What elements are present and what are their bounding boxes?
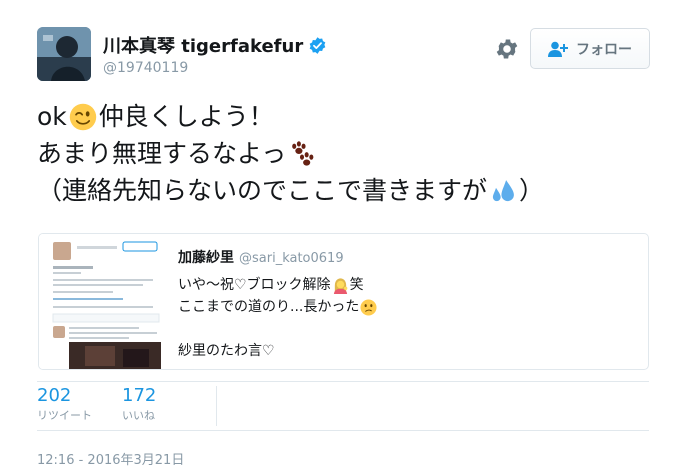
add-user-icon bbox=[548, 41, 568, 57]
author-display-name[interactable]: 川本真琴 tigerfakefur bbox=[103, 32, 303, 58]
author-avatar[interactable] bbox=[37, 27, 91, 81]
quoted-line-3-text: 紗里のたわ言♡ bbox=[178, 343, 275, 359]
retweet-stat[interactable]: 202 リツイート bbox=[37, 384, 92, 424]
author-handle[interactable]: @19740119 bbox=[103, 60, 188, 76]
quoted-line-1-end: 笑 bbox=[349, 277, 364, 293]
quoted-line-2-text: ここまでの道のり...長かった bbox=[178, 299, 360, 315]
like-count: 172 bbox=[122, 385, 157, 406]
tweet-line-1-start: ok bbox=[37, 102, 67, 131]
follow-button[interactable]: フォロー bbox=[530, 28, 650, 69]
quoted-author-name[interactable]: 加藤紗里 bbox=[178, 247, 234, 267]
author-name-row: 川本真琴 tigerfakefur bbox=[103, 32, 327, 58]
quoted-tweet-card[interactable]: 加藤紗里 @sari_kato0619 いや〜祝♡ブロック解除 笑 ここまでの道… bbox=[38, 233, 649, 370]
tweet-line-3-text: （連絡先知らないのでここで書きますが bbox=[37, 176, 488, 205]
stats-top-divider bbox=[37, 381, 649, 382]
tweet-text: ok 仲良くしよう！ あまり無理するなよっ （連絡先知らないのでここで書きますが bbox=[37, 98, 544, 209]
quoted-line-3: 紗里のたわ言♡ bbox=[178, 340, 378, 362]
quoted-tweet-thumbnail bbox=[39, 234, 169, 369]
quoted-line-2: ここまでの道のり...長かった bbox=[178, 296, 378, 318]
confused-face-emoji-icon bbox=[360, 298, 377, 316]
tweet-timestamp[interactable]: 12:16 - 2016年3月21日 bbox=[37, 449, 184, 468]
tweet-line-2: あまり無理するなよっ bbox=[37, 135, 544, 172]
like-label: いいね bbox=[122, 409, 155, 422]
sweat-droplets-emoji-icon bbox=[492, 179, 514, 201]
retweet-label: リツイート bbox=[37, 409, 92, 422]
tweet-line-3: （連絡先知らないのでここで書きますが ） bbox=[37, 172, 544, 209]
tweet-line-2-text: あまり無理するなよっ bbox=[37, 139, 287, 168]
quoted-line-1: いや〜祝♡ブロック解除 笑 bbox=[178, 274, 378, 296]
tweet-line-1-end: 仲良くしよう！ bbox=[98, 102, 274, 131]
gear-icon[interactable] bbox=[494, 36, 520, 62]
stats-bottom-divider bbox=[37, 430, 649, 431]
woman-tipping-hand-emoji-icon bbox=[333, 277, 347, 294]
follow-button-label: フォロー bbox=[576, 41, 632, 58]
tweet-line-1: ok 仲良くしよう！ bbox=[37, 98, 544, 135]
quoted-line-1-start: いや〜祝♡ブロック解除 bbox=[178, 277, 331, 293]
verified-badge-icon bbox=[309, 36, 326, 54]
tweet-stats: 202 リツイート 172 いいね bbox=[37, 384, 186, 424]
paw-prints-emoji-icon bbox=[292, 140, 314, 166]
quoted-tweet-author[interactable]: 加藤紗里 @sari_kato0619 bbox=[178, 247, 344, 267]
quoted-author-handle[interactable]: @sari_kato0619 bbox=[239, 251, 344, 266]
winking-face-emoji-icon bbox=[69, 103, 97, 130]
quoted-tweet-text: いや〜祝♡ブロック解除 笑 ここまでの道のり...長かった 紗里のたわ言♡ bbox=[178, 274, 378, 362]
tweet-line-3-end: ） bbox=[519, 176, 545, 205]
stats-separator bbox=[216, 386, 217, 426]
like-stat[interactable]: 172 いいね bbox=[122, 384, 156, 424]
retweet-count: 202 bbox=[37, 385, 72, 406]
